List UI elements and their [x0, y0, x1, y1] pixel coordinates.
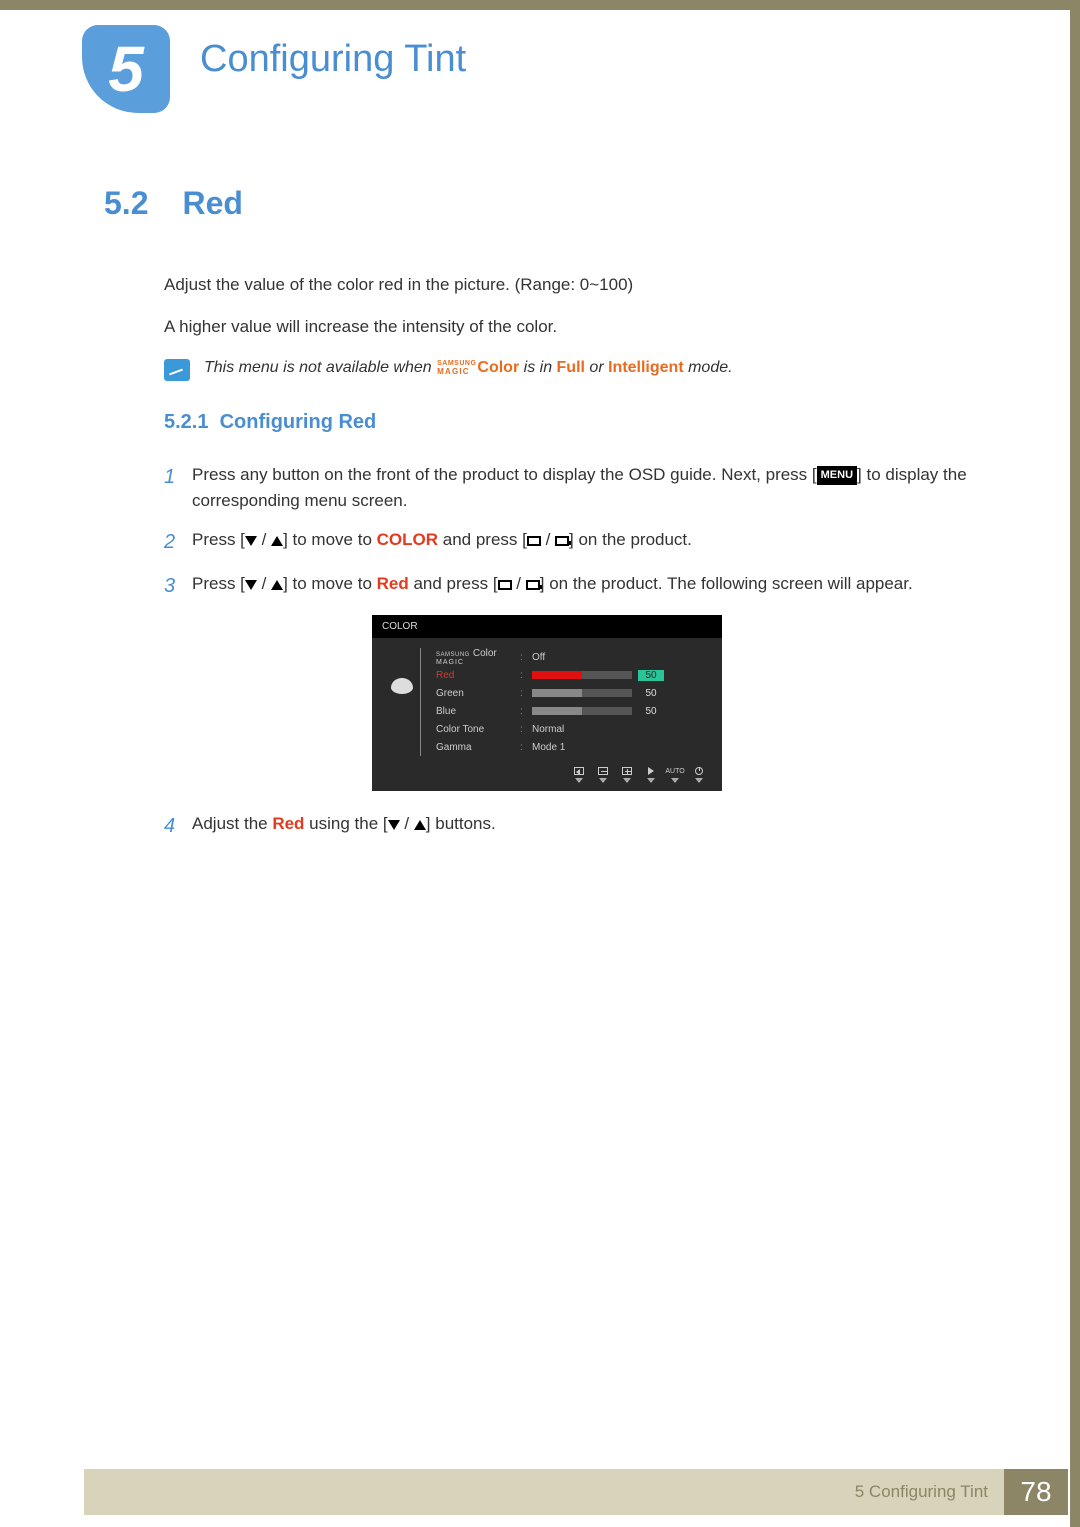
osd-screenshot: COLOR SAMSUNGMAGICColor : Off Red : 50	[372, 615, 722, 791]
source-icon	[555, 536, 569, 546]
source-icon	[526, 580, 540, 590]
down-arrow-icon	[388, 820, 400, 830]
samsung-magic-logo: SAMSUNGMAGIC	[437, 360, 476, 376]
samsung-magic-logo-small: SAMSUNGMAGIC	[436, 652, 470, 666]
intro-line-1: Adjust the value of the color red in the…	[164, 272, 990, 298]
menu-button-icon: MENU	[817, 466, 857, 485]
minus-icon	[598, 767, 608, 775]
note-icon	[164, 359, 190, 381]
auto-label: AUTO	[665, 768, 684, 775]
chapter-badge: 5	[82, 25, 170, 113]
osd-row-magic: SAMSUNGMAGICColor : Off	[420, 648, 710, 666]
section-title: Red	[182, 185, 242, 221]
footer: 5 Configuring Tint 78	[84, 1469, 1068, 1515]
up-arrow-icon	[271, 580, 283, 590]
palette-icon	[391, 678, 413, 694]
note-text: This menu is not available when SAMSUNGM…	[204, 359, 733, 377]
subsection-number: 5.2.1	[164, 411, 208, 433]
osd-header: COLOR	[372, 615, 722, 638]
chapter-number: 5	[108, 32, 144, 106]
section-heading: 5.2 Red	[104, 185, 990, 222]
play-icon	[648, 767, 654, 775]
section-number: 5.2	[104, 185, 148, 221]
top-border	[0, 0, 1080, 10]
step-3: 3 Press [ / ] to move to Red and press […	[164, 571, 990, 601]
right-border	[1070, 0, 1080, 1527]
step-4: 4 Adjust the Red using the [ / ] buttons…	[164, 811, 990, 841]
intro-line-2: A higher value will increase the intensi…	[164, 314, 990, 340]
subsection-title: Configuring Red	[220, 411, 377, 433]
enter-icon	[498, 580, 512, 590]
osd-row-gamma: Gamma : Mode 1	[420, 738, 710, 756]
osd-row-tone: Color Tone : Normal	[420, 720, 710, 738]
up-arrow-icon	[271, 536, 283, 546]
osd-row-blue: Blue : 50	[420, 702, 710, 720]
osd-nav: AUTO	[372, 760, 722, 785]
down-arrow-icon	[245, 536, 257, 546]
plus-icon	[622, 767, 632, 775]
enter-icon	[527, 536, 541, 546]
step-2: 2 Press [ / ] to move to COLOR and press…	[164, 527, 990, 557]
note: This menu is not available when SAMSUNGM…	[164, 359, 990, 381]
content: 5.2 Red Adjust the value of the color red…	[104, 185, 990, 855]
osd-row-green: Green : 50	[420, 684, 710, 702]
footer-page: 78	[1004, 1469, 1068, 1515]
osd-row-red: Red : 50	[420, 666, 710, 684]
step-1: 1 Press any button on the front of the p…	[164, 462, 990, 513]
power-icon	[695, 767, 703, 775]
footer-chapter: 5 Configuring Tint	[855, 1482, 988, 1502]
down-arrow-icon	[245, 580, 257, 590]
back-icon	[574, 767, 584, 775]
up-arrow-icon	[414, 820, 426, 830]
chapter-title: Configuring Tint	[200, 38, 466, 81]
subsection-heading: 5.2.1 Configuring Red	[164, 411, 990, 434]
